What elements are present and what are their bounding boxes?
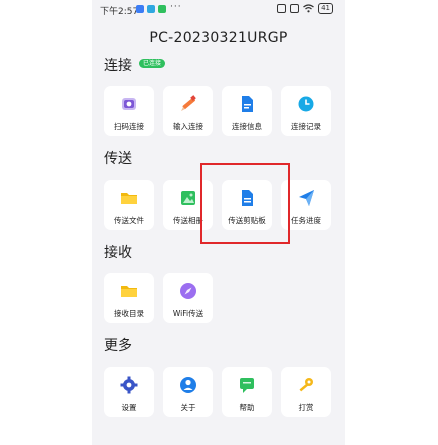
alarm-icon — [290, 4, 300, 13]
battery-icon: 41 — [318, 3, 333, 14]
camera-scan-icon — [122, 98, 136, 110]
gear-icon — [120, 376, 138, 394]
key-icon — [299, 378, 313, 392]
status-bar: 下午2:57 ··· 41 — [92, 0, 345, 18]
connect-history-button[interactable]: 连接记录 — [281, 86, 331, 136]
image-icon — [181, 191, 195, 205]
send-album-button[interactable]: 传送相册 — [163, 180, 213, 230]
tile-label: 连接信息 — [232, 122, 262, 131]
connected-badge: 已连接 — [139, 59, 166, 68]
section-title-receive: 接收 — [104, 245, 132, 261]
status-icons: 41 — [277, 3, 333, 14]
wifi-icon — [303, 4, 314, 13]
tile-label: 关于 — [180, 403, 196, 412]
tile-label: 连接记录 — [291, 122, 321, 131]
tip-button[interactable]: 打赏 — [281, 367, 331, 417]
tile-label: 帮助 — [239, 403, 255, 412]
settings-button[interactable]: 设置 — [104, 367, 154, 417]
sim-icon — [277, 4, 287, 13]
folder-icon — [121, 193, 137, 204]
compass-icon — [180, 283, 196, 299]
send-file-button[interactable]: 传送文件 — [104, 180, 154, 230]
section-title-connect: 连接 — [104, 58, 132, 74]
input-connect-button[interactable]: 输入连接 — [163, 86, 213, 136]
tile-label: 任务进度 — [291, 216, 321, 225]
notification-app-icon — [147, 5, 155, 13]
scan-connect-button[interactable]: 扫码连接 — [104, 86, 154, 136]
document-icon — [242, 96, 253, 112]
paper-plane-icon — [299, 190, 314, 206]
notification-app-icon — [158, 5, 166, 13]
tile-label: 输入连接 — [173, 122, 203, 131]
status-more: ··· — [170, 2, 182, 12]
tile-label: 打赏 — [298, 403, 314, 412]
page-title: PC-20230321URGP — [149, 30, 288, 46]
phone-screen: 下午2:57 ··· 41 PC-20230321URGP 连接 已连接 扫码连… — [92, 0, 345, 445]
pencil-icon — [181, 95, 196, 111]
task-progress-button[interactable]: 任务进度 — [281, 180, 331, 230]
clipboard-icon — [242, 190, 253, 206]
notification-app-icon — [136, 5, 144, 13]
connect-info-button[interactable]: 连接信息 — [222, 86, 272, 136]
tile-label: WiFi传送 — [172, 309, 204, 318]
info-icon — [180, 377, 196, 393]
section-title-send: 传送 — [104, 151, 132, 167]
receive-folder-button[interactable]: 接收目录 — [104, 273, 154, 323]
send-clipboard-button[interactable]: 传送剪贴板 — [222, 180, 272, 230]
tile-label: 接收目录 — [114, 309, 144, 318]
help-button[interactable]: 帮助 — [222, 367, 272, 417]
clock-icon — [298, 96, 314, 112]
status-time: 下午2:57 — [100, 7, 139, 17]
wifi-transfer-button[interactable]: WiFi传送 — [163, 273, 213, 323]
tile-label: 设置 — [121, 403, 137, 412]
chat-icon — [240, 378, 254, 393]
about-button[interactable]: 关于 — [163, 367, 213, 417]
tile-label: 扫码连接 — [114, 122, 144, 131]
tile-label: 传送文件 — [114, 216, 144, 225]
tile-label: 传送相册 — [173, 216, 203, 225]
tile-label: 传送剪贴板 — [228, 216, 266, 225]
folder-icon — [121, 286, 137, 297]
section-title-more: 更多 — [104, 338, 132, 354]
